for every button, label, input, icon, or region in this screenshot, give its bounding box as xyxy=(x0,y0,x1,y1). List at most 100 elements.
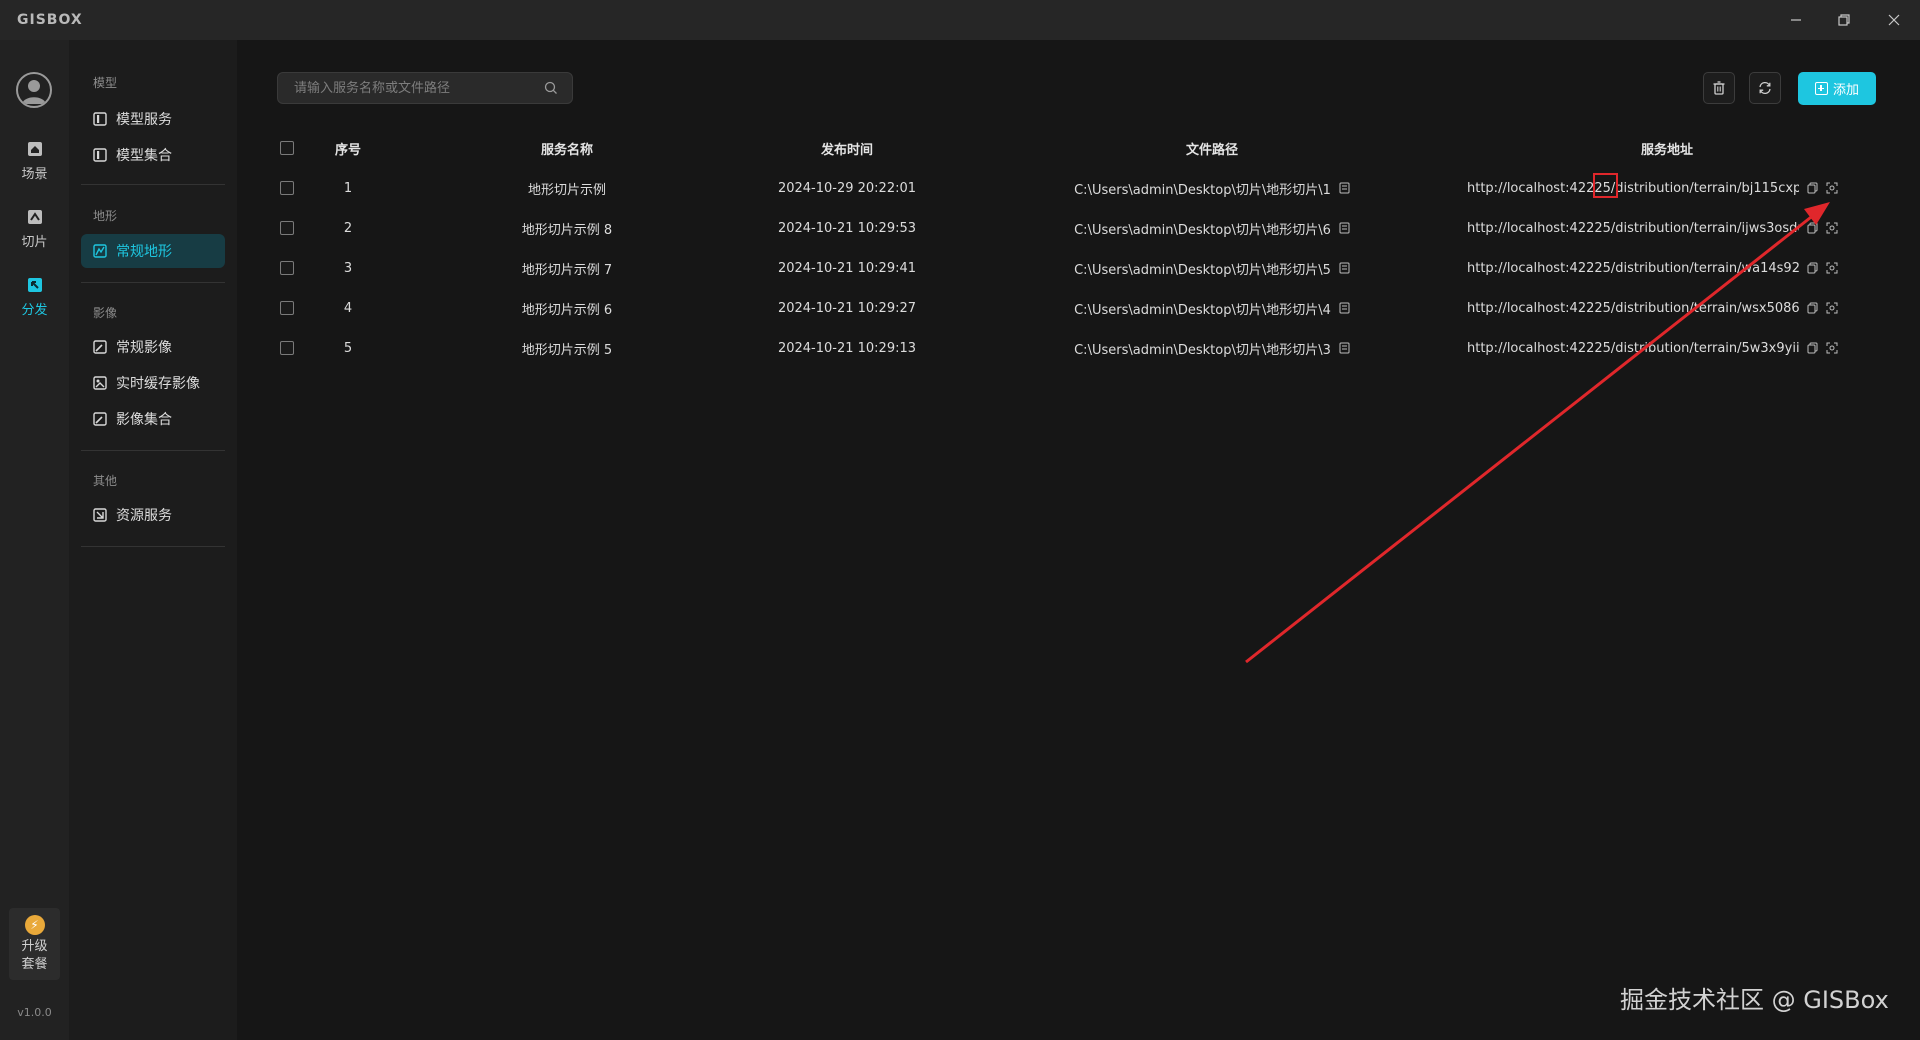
watermark: 掘金技术社区 @ GISBox xyxy=(1620,986,1889,1014)
table-row: 5 地形切片示例 5 2024-10-21 10:29:13 C:\Users\… xyxy=(277,328,1877,368)
nav-label: 常规影像 xyxy=(116,340,172,356)
select-all-checkbox[interactable] xyxy=(280,141,294,155)
row-name: 地形切片示例 5 xyxy=(521,342,613,358)
row-url: http://localhost:42225/distribution/terr… xyxy=(1467,220,1799,236)
avatar[interactable] xyxy=(16,72,52,108)
rail-item-scene[interactable]: 场景 xyxy=(0,140,69,192)
nav-group-title-other: 其他 xyxy=(93,474,118,488)
row-url-cell: http://localhost:42225/distribution/terr… xyxy=(1467,168,1867,208)
close-button[interactable] xyxy=(1878,8,1910,32)
nav-group-title-imagery: 影像 xyxy=(93,306,118,320)
nav-item-imagery-collection[interactable]: 影像集合 xyxy=(81,402,225,436)
copy-url-icon[interactable] xyxy=(1807,342,1818,354)
nav-group-title-model: 模型 xyxy=(93,76,118,90)
row-checkbox-cell xyxy=(277,208,297,248)
copy-url-icon[interactable] xyxy=(1807,222,1818,234)
delete-button[interactable] xyxy=(1703,72,1735,104)
restore-button[interactable] xyxy=(1828,8,1860,32)
minimize-button[interactable] xyxy=(1780,8,1812,32)
upgrade-plan-button[interactable]: ⚡ 升级 套餐 xyxy=(9,908,60,980)
row-path: C:\Users\admin\Desktop\切片\地形切片\1 xyxy=(1074,182,1331,198)
nav-divider xyxy=(81,184,225,185)
preview-icon[interactable] xyxy=(1826,222,1838,234)
table-row: 1 地形切片示例 2024-10-29 20:22:01 C:\Users\ad… xyxy=(277,168,1877,208)
row-time: 2024-10-21 10:29:13 xyxy=(777,340,917,356)
trash-icon xyxy=(1713,81,1725,95)
nav-divider xyxy=(81,282,225,283)
rail-label-scene: 场景 xyxy=(21,167,48,182)
resource-icon xyxy=(93,508,107,522)
distribute-icon xyxy=(27,278,42,292)
image-icon xyxy=(93,412,107,426)
copy-path-icon[interactable] xyxy=(1339,222,1350,234)
row-no: 1 xyxy=(343,180,353,196)
nav-item-model-collection[interactable]: 模型集合 xyxy=(81,138,225,172)
copy-url-icon[interactable] xyxy=(1807,302,1818,314)
nav-item-regular-terrain[interactable]: 常规地形 xyxy=(81,234,225,268)
preview-icon[interactable] xyxy=(1826,262,1838,274)
version-label: v1.0.0 xyxy=(17,1006,52,1019)
header-url: 服务地址 xyxy=(1640,142,1693,158)
row-path-cell: C:\Users\admin\Desktop\切片\地形切片\6 xyxy=(1057,208,1367,248)
row-url: http://localhost:42225/distribution/terr… xyxy=(1467,340,1799,356)
close-icon xyxy=(1888,14,1900,26)
restore-icon xyxy=(1838,14,1850,26)
nav-divider xyxy=(81,546,225,547)
nav-item-regular-imagery[interactable]: 常规影像 xyxy=(81,330,225,364)
row-url: http://localhost:42225/distribution/terr… xyxy=(1467,260,1799,276)
rail-label-slice: 切片 xyxy=(21,235,48,250)
rail-item-slice[interactable]: 切片 xyxy=(0,208,69,260)
minimize-icon xyxy=(1791,19,1801,21)
row-path: C:\Users\admin\Desktop\切片\地形切片\6 xyxy=(1074,222,1331,238)
plus-icon xyxy=(1814,82,1828,95)
search-input[interactable] xyxy=(278,73,538,103)
table-header: 序号 服务名称 发布时间 文件路径 服务地址 xyxy=(277,128,1877,168)
row-url: http://localhost:42225/distribution/terr… xyxy=(1467,300,1799,316)
copy-path-icon[interactable] xyxy=(1339,342,1350,354)
lightning-icon: ⚡ xyxy=(24,914,45,935)
add-button[interactable]: 添加 xyxy=(1798,72,1876,105)
row-checkbox[interactable] xyxy=(280,341,294,355)
primary-rail: 场景 切片 分发 ⚡ 升级 套餐 v1.0.0 xyxy=(0,40,69,1040)
nav-item-realtime-cache-imagery[interactable]: 实时缓存影像 xyxy=(81,366,225,400)
preview-icon[interactable] xyxy=(1826,302,1838,314)
image-icon xyxy=(93,340,107,354)
refresh-icon xyxy=(1759,81,1771,95)
copy-url-icon[interactable] xyxy=(1807,262,1818,274)
image-icon xyxy=(93,376,107,390)
preview-icon[interactable] xyxy=(1826,342,1838,354)
nav-label: 模型服务 xyxy=(116,112,172,128)
refresh-button[interactable] xyxy=(1749,72,1781,104)
row-checkbox[interactable] xyxy=(280,181,294,195)
row-path: C:\Users\admin\Desktop\切片\地形切片\3 xyxy=(1074,342,1331,358)
row-checkbox-cell xyxy=(277,248,297,288)
app-logo: GISBOX xyxy=(17,12,83,28)
app-window: GISBOX 场景 切片 分发 ⚡ 升级 套餐 v1.0.0 模型 模型服务 模… xyxy=(0,0,1920,1040)
nav-label: 影像集合 xyxy=(116,412,172,428)
select-all-cell xyxy=(277,128,297,168)
nav-item-resource-service[interactable]: 资源服务 xyxy=(81,498,225,532)
nav-label: 实时缓存影像 xyxy=(116,376,200,392)
nav-label: 常规地形 xyxy=(116,244,172,260)
rail-item-distribute[interactable]: 分发 xyxy=(0,276,69,328)
title-bar: GISBOX xyxy=(0,0,1920,40)
preview-icon[interactable] xyxy=(1826,182,1838,194)
row-checkbox[interactable] xyxy=(280,221,294,235)
document-icon xyxy=(93,112,107,126)
row-name: 地形切片示例 xyxy=(527,182,606,198)
user-icon xyxy=(22,80,46,104)
upgrade-label-line1: 升级 xyxy=(21,938,48,954)
copy-url-icon[interactable] xyxy=(1807,182,1818,194)
row-url: http://localhost:42225/distribution/terr… xyxy=(1467,180,1799,196)
row-path-cell: C:\Users\admin\Desktop\切片\地形切片\3 xyxy=(1057,328,1367,368)
copy-path-icon[interactable] xyxy=(1339,182,1350,194)
row-checkbox[interactable] xyxy=(280,261,294,275)
search-box xyxy=(277,72,573,104)
search-icon[interactable] xyxy=(544,81,558,95)
copy-path-icon[interactable] xyxy=(1339,302,1350,314)
row-checkbox[interactable] xyxy=(280,301,294,315)
home-icon xyxy=(27,142,42,156)
nav-item-model-service[interactable]: 模型服务 xyxy=(81,102,225,136)
row-time: 2024-10-21 10:29:27 xyxy=(777,300,917,316)
copy-path-icon[interactable] xyxy=(1339,262,1350,274)
